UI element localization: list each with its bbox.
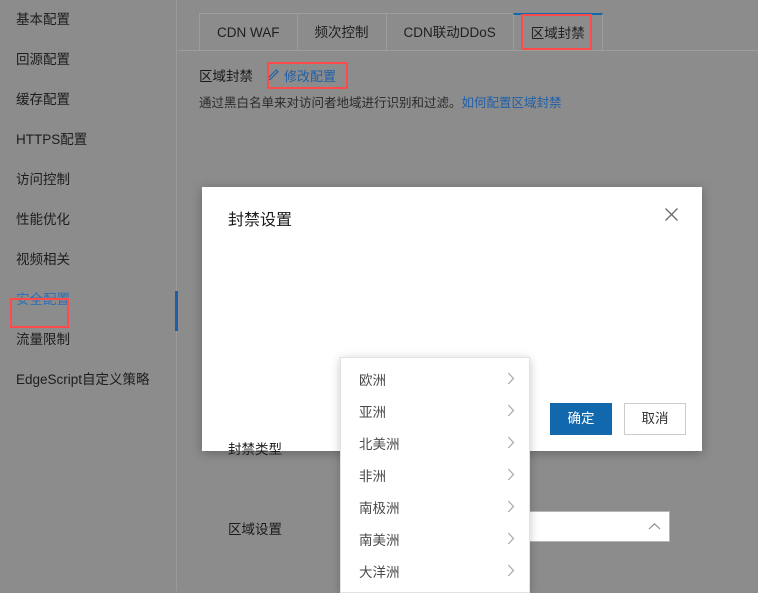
dropdown-item-europe[interactable]: 欧洲 [341,363,529,395]
chevron-right-icon [507,564,515,579]
dialog-footer: 确定 取消 [550,403,686,435]
sidebar-item-origin-config[interactable]: 回源配置 [0,40,176,80]
section-description: 通过黑白名单来对访问者地域进行识别和过滤。如何配置区域封禁 [199,92,562,111]
tab-cdn-waf[interactable]: CDN WAF [199,13,297,51]
dropdown-item-label: 南极洲 [359,501,400,516]
dropdown-item-label: 非洲 [359,469,386,484]
tab-label: 频次控制 [314,25,369,40]
dropdown-item-label: 欧洲 [359,373,386,388]
tab-label: CDN联动DDoS [403,25,496,40]
section-description-text: 通过黑白名单来对访问者地域进行识别和过滤。 [199,96,462,110]
help-doc-link[interactable]: 如何配置区域封禁 [462,96,562,110]
sidebar-item-label: 流量限制 [16,332,70,347]
sidebar-item-label: EdgeScript自定义策略 [16,372,150,387]
sidebar-item-label: 回源配置 [16,52,70,67]
sidebar-item-traffic-limit[interactable]: 流量限制 [0,320,176,360]
region-settings-label: 区域设置 [228,522,282,537]
sidebar-item-cache-config[interactable]: 缓存配置 [0,80,176,120]
tab-rate-limit[interactable]: 频次控制 [296,13,386,51]
sidebar-item-https-config[interactable]: HTTPS配置 [0,120,176,160]
dialog-title: 封禁设置 [228,212,293,229]
confirm-button[interactable]: 确定 [550,403,612,435]
region-dropdown-panel: 欧洲 亚洲 北美洲 非洲 南极洲 南美洲 大洋洲 [340,357,530,593]
sidebar-item-edgescript[interactable]: EdgeScript自定义策略 [0,360,176,400]
sidebar-item-access-control[interactable]: 访问控制 [0,160,176,200]
chevron-right-icon [507,532,515,547]
sidebar-item-security-config[interactable]: 安全配置 [0,280,176,320]
dropdown-item-south-america[interactable]: 南美洲 [341,523,529,555]
sidebar-item-video[interactable]: 视频相关 [0,240,176,280]
page-root: 基本配置 回源配置 缓存配置 HTTPS配置 访问控制 性能优化 视频相关 安全… [0,0,758,593]
dropdown-item-label: 南美洲 [359,533,400,548]
dropdown-item-label: 亚洲 [359,405,386,420]
tab-cdn-ddos[interactable]: CDN联动DDoS [385,13,513,51]
sidebar-item-label: 视频相关 [16,252,70,267]
tab-label: CDN WAF [217,25,280,40]
dropdown-item-label: 大洋洲 [359,565,400,580]
dropdown-item-antarctica[interactable]: 南极洲 [341,491,529,523]
edit-config-label: 修改配置 [284,68,337,84]
tab-region-block[interactable]: 区域封禁 [512,13,603,51]
chevron-right-icon [507,468,515,483]
section-title: 区域封禁 [199,69,253,84]
chevron-right-icon [507,404,515,419]
sidebar-item-basic-config[interactable]: 基本配置 [0,0,176,40]
pencil-icon [267,69,279,81]
dropdown-item-north-america[interactable]: 北美洲 [341,427,529,459]
sidebar-item-label: HTTPS配置 [16,132,88,147]
sidebar-item-label: 性能优化 [16,212,70,227]
close-icon[interactable] [658,203,684,229]
sidebar: 基本配置 回源配置 缓存配置 HTTPS配置 访问控制 性能优化 视频相关 安全… [0,0,177,591]
tab-label: 区域封禁 [530,26,585,41]
ban-type-label: 封禁类型 [228,442,282,457]
dropdown-item-label: 北美洲 [359,437,400,452]
cancel-button[interactable]: 取消 [624,403,686,435]
dropdown-item-africa[interactable]: 非洲 [341,459,529,491]
chevron-right-icon [507,436,515,451]
edit-config-link[interactable]: 修改配置 [267,66,336,85]
sidebar-item-label: 安全配置 [16,292,70,307]
dropdown-item-oceania[interactable]: 大洋洲 [341,555,529,587]
section-header: 区域封禁 修改配置 [199,65,336,85]
dropdown-item-asia[interactable]: 亚洲 [341,395,529,427]
chevron-right-icon [507,500,515,515]
sidebar-item-label: 缓存配置 [16,92,70,107]
chevron-right-icon [507,372,515,387]
sidebar-item-performance[interactable]: 性能优化 [0,200,176,240]
sidebar-item-label: 基本配置 [16,12,70,27]
chevron-up-icon [639,520,669,534]
tabbar: CDN WAF 频次控制 CDN联动DDoS 区域封禁 [199,13,603,51]
sidebar-item-label: 访问控制 [16,172,70,187]
